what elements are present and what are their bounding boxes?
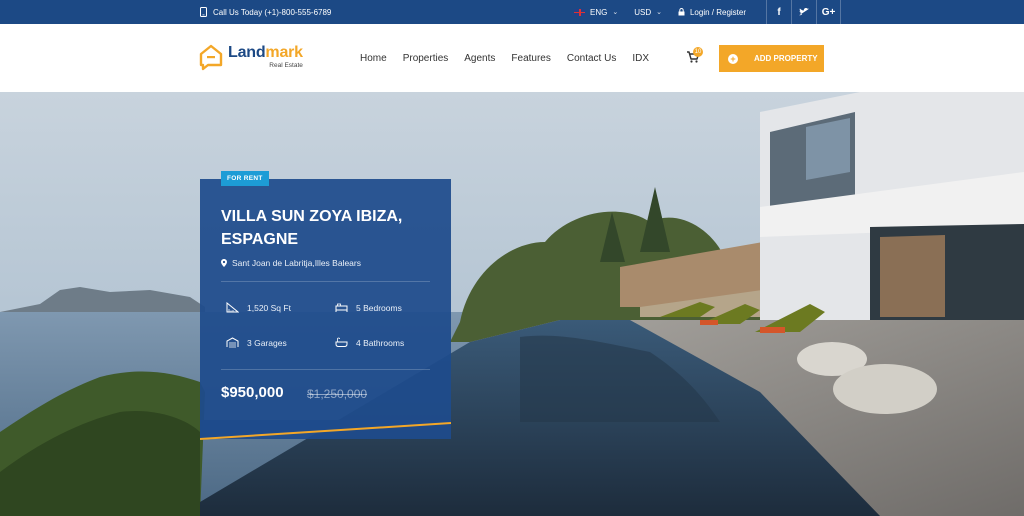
nav-features[interactable]: Features (503, 53, 558, 64)
house-logo-icon (199, 44, 223, 71)
login-register-link[interactable]: Login / Register (670, 0, 754, 24)
logo-tagline: Real Estate (269, 61, 303, 69)
top-bar: Call Us Today (+1)-800-555-6789 ENG ⌄ US… (0, 0, 1024, 24)
area-icon (226, 302, 239, 313)
listing-title[interactable]: VILLA SUN ZOYA IBIZA, ESPAGNE (221, 205, 441, 251)
currency-label: USD (634, 7, 652, 17)
listing-old-price: $1,250,000 (307, 387, 368, 401)
map-pin-icon (221, 259, 227, 267)
uk-flag-icon (574, 8, 585, 16)
phone-contact[interactable]: Call Us Today (+1)-800-555-6789 (200, 0, 331, 24)
currency-selector[interactable]: USD ⌄ (626, 0, 670, 24)
language-selector[interactable]: ENG ⌄ (566, 0, 626, 24)
location-text: Sant Joan de Labritja,Illes Balears (232, 258, 361, 268)
add-property-label: ADD PROPERTY (754, 54, 818, 63)
logo-name: Landmark (228, 43, 303, 61)
phone-icon (200, 7, 207, 17)
feature-garages: 3 Garages (226, 337, 287, 348)
facebook-icon[interactable]: f (766, 0, 791, 24)
login-label: Login / Register (689, 7, 747, 17)
plus-icon: + (728, 53, 738, 64)
nav-properties[interactable]: Properties (395, 53, 457, 64)
lock-icon (678, 8, 685, 16)
phone-text: Call Us Today (+1)-800-555-6789 (213, 7, 332, 17)
feature-bathrooms: 4 Bathrooms (335, 337, 404, 348)
google-plus-icon[interactable]: G+ (816, 0, 842, 24)
hero-image (0, 92, 1024, 516)
card-divider (221, 281, 430, 282)
add-property-button[interactable]: + ADD PROPERTY (719, 45, 824, 72)
bed-icon (335, 303, 348, 312)
language-label: ENG (590, 7, 608, 17)
cart-count-badge: 10 (693, 47, 703, 57)
listing-location: Sant Joan de Labritja,Illes Balears (221, 258, 361, 268)
nav-idx[interactable]: IDX (624, 53, 657, 64)
twitter-icon[interactable] (791, 0, 816, 24)
feature-area: 1,520 Sq Ft (226, 302, 291, 313)
logo[interactable]: Landmark Real Estate (198, 43, 303, 71)
nav-contact-us[interactable]: Contact Us (559, 53, 624, 64)
site-header: Landmark Real Estate Home Properties Age… (0, 24, 1024, 92)
listing-price: $950,000 (221, 384, 284, 401)
nav-home[interactable]: Home (352, 53, 395, 64)
nav-agents[interactable]: Agents (456, 53, 503, 64)
bathtub-icon (335, 337, 348, 347)
feature-bedrooms: 5 Bedrooms (335, 302, 402, 313)
garage-icon (226, 337, 239, 348)
chevron-down-icon: ⌄ (656, 9, 662, 16)
main-nav: Home Properties Agents Features Contact … (352, 24, 657, 92)
chevron-down-icon: ⌄ (612, 9, 619, 16)
for-rent-badge: FOR RENT (221, 171, 269, 186)
card-divider (221, 369, 430, 370)
